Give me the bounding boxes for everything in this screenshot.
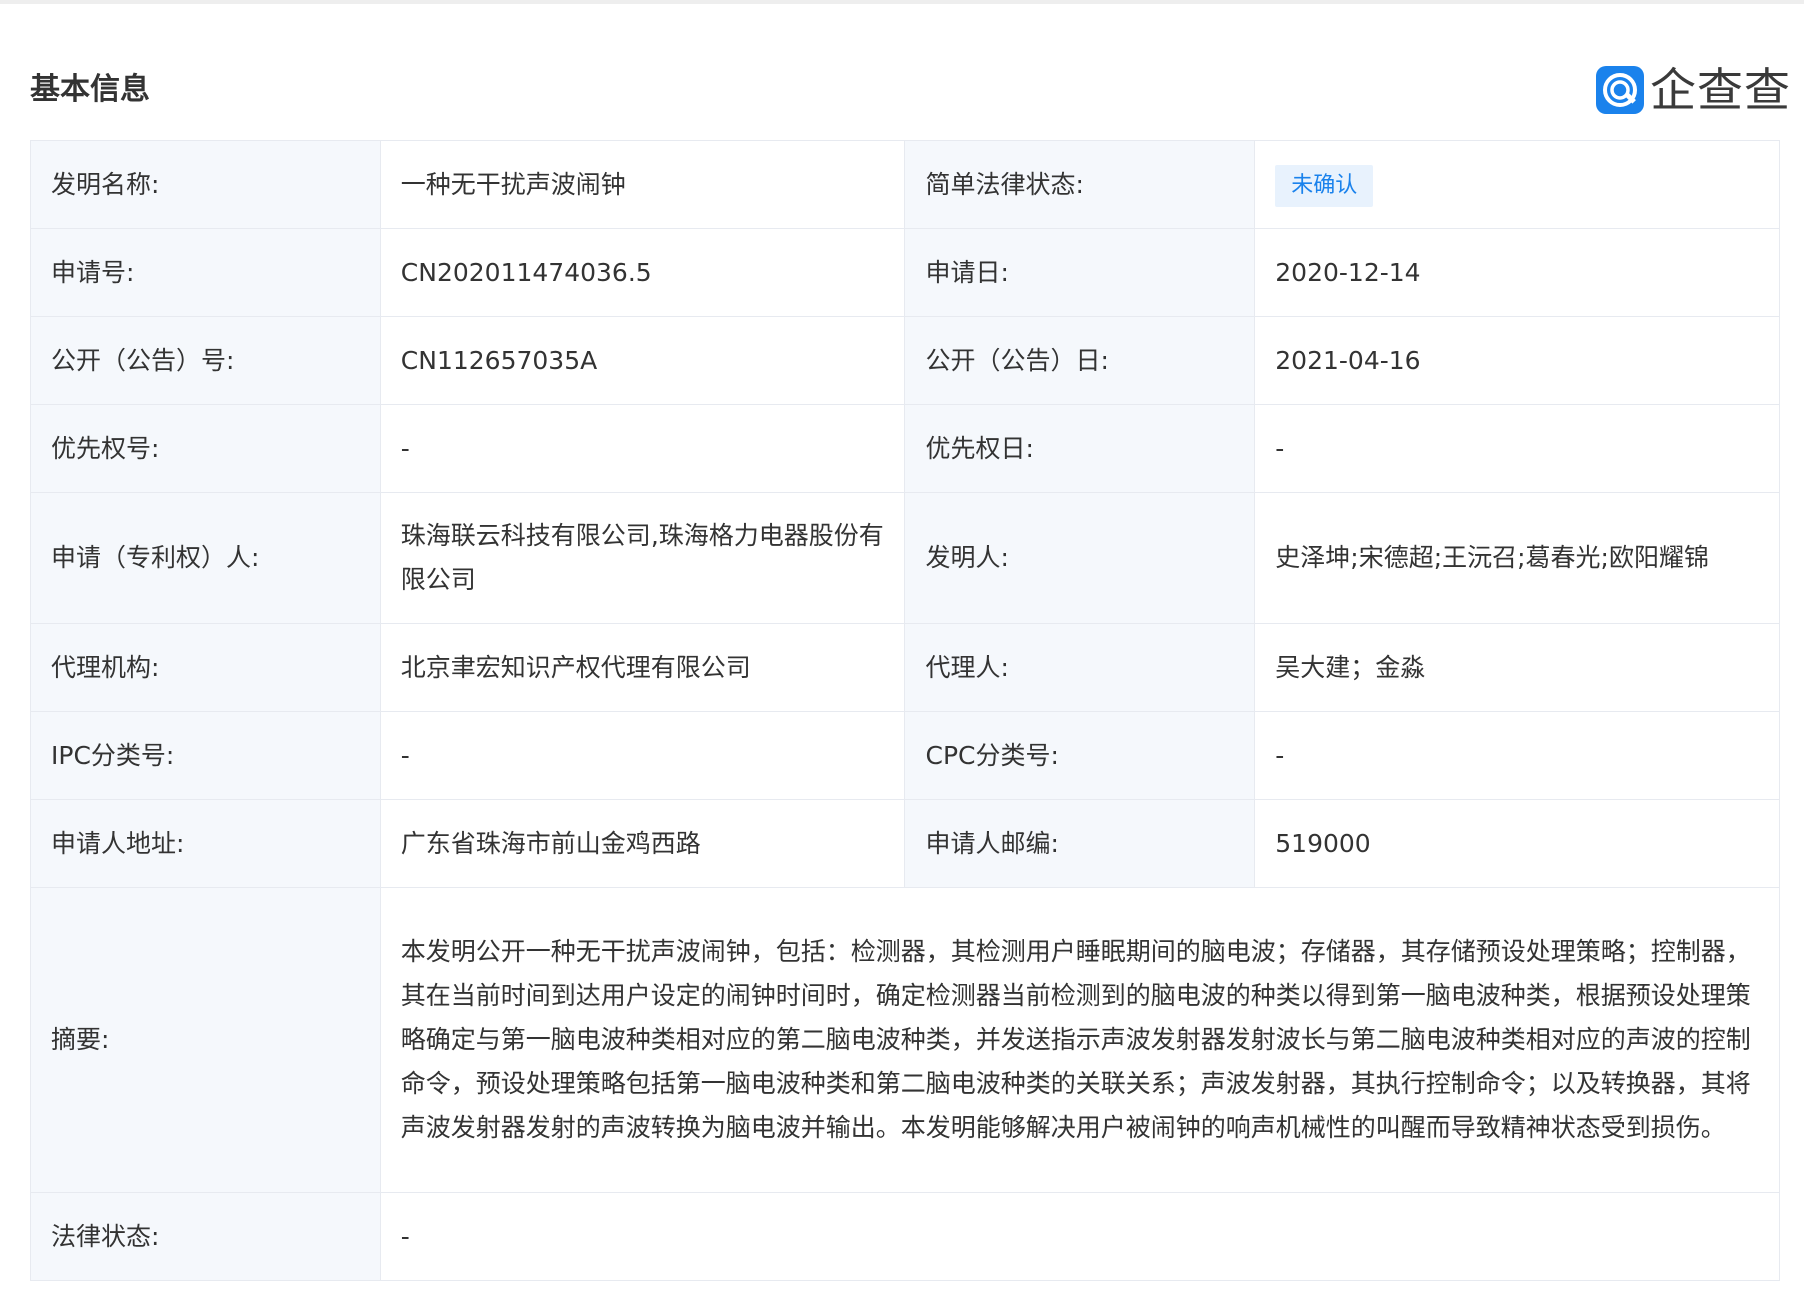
label-simple-legal-status: 简单法律状态: (904, 140, 1256, 229)
label-invention-name: 发明名称: (30, 140, 381, 229)
top-divider (0, 0, 1804, 4)
label-legal-status: 法律状态: (30, 1192, 381, 1281)
agency-link[interactable]: 北京聿宏知识产权代理有限公司 (401, 653, 751, 682)
value-publication-number: CN112657035A (379, 316, 906, 405)
label-priority-date: 优先权日: (904, 404, 1256, 493)
label-cpc: CPC分类号: (904, 711, 1256, 800)
row-invention-name: 发明名称: 一种无干扰声波闹钟 简单法律状态: 未确认 (30, 140, 1780, 229)
brand-logo: 企查查 (1596, 64, 1791, 116)
label-inventor: 发明人: (904, 492, 1256, 624)
value-abstract: 本发明公开一种无干扰声波闹钟，包括：检测器，其检测用户睡眠期间的脑电波；存储器，… (379, 887, 1781, 1193)
value-inventor: 史泽坤;宋德超;王沅召;葛春光;欧阳耀锦 (1254, 492, 1780, 624)
qcc-logo-icon (1596, 66, 1644, 114)
label-applicant: 申请（专利权）人: (30, 492, 381, 624)
value-applicant-zipcode: 519000 (1254, 799, 1780, 888)
label-priority-number: 优先权号: (30, 404, 381, 493)
value-priority-number: - (379, 404, 906, 493)
value-legal-status: - (379, 1192, 1781, 1281)
value-cpc: - (1254, 711, 1780, 800)
section-title: 基本信息 (30, 72, 150, 107)
row-abstract: 摘要: 本发明公开一种无干扰声波闹钟，包括：检测器，其检测用户睡眠期间的脑电波；… (30, 887, 1781, 1193)
value-simple-legal-status-cell: 未确认 (1254, 140, 1780, 229)
row-applicant: 申请（专利权）人: 珠海联云科技有限公司,珠海格力电器股份有限公司 发明人: 史… (30, 492, 1780, 624)
value-priority-date: - (1254, 404, 1780, 493)
label-publication-date: 公开（公告）日: (904, 316, 1256, 405)
status-badge: 未确认 (1275, 165, 1374, 207)
row-application-number: 申请号: CN202011474036.5 申请日: 2020-12-14 (30, 228, 1780, 317)
label-application-date: 申请日: (904, 228, 1256, 317)
basic-info-table: 发明名称: 一种无干扰声波闹钟 简单法律状态: 未确认 申请号: CN20201… (30, 140, 1781, 1281)
label-agency: 代理机构: (30, 623, 381, 712)
label-application-number: 申请号: (30, 228, 381, 317)
brand-name: 企查查 (1650, 63, 1791, 117)
row-agency: 代理机构: 北京聿宏知识产权代理有限公司 代理人: 吴大建；金淼 (30, 623, 1780, 712)
applicant-separator: , (650, 521, 659, 550)
value-agent: 吴大建；金淼 (1254, 623, 1780, 712)
row-classification: IPC分类号: - CPC分类号: - (30, 711, 1780, 800)
value-applicant: 珠海联云科技有限公司,珠海格力电器股份有限公司 (379, 492, 906, 624)
label-applicant-address: 申请人地址: (30, 799, 381, 888)
label-applicant-zipcode: 申请人邮编: (904, 799, 1256, 888)
value-invention-name: 一种无干扰声波闹钟 (379, 140, 906, 229)
value-application-date: 2020-12-14 (1254, 228, 1780, 317)
row-priority: 优先权号: - 优先权日: - (30, 404, 1780, 493)
value-agency-cell: 北京聿宏知识产权代理有限公司 (379, 623, 906, 712)
label-agent: 代理人: (904, 623, 1256, 712)
applicant-link-lianyun[interactable]: 珠海联云科技有限公司 (401, 521, 651, 550)
row-legal-status: 法律状态: - (30, 1192, 1781, 1281)
row-address: 申请人地址: 广东省珠海市前山金鸡西路 申请人邮编: 519000 (30, 799, 1780, 888)
label-abstract: 摘要: (30, 887, 381, 1193)
value-ipc: - (379, 711, 906, 800)
value-application-number: CN202011474036.5 (379, 228, 906, 317)
label-ipc: IPC分类号: (30, 711, 381, 800)
value-publication-date: 2021-04-16 (1254, 316, 1780, 405)
value-applicant-address: 广东省珠海市前山金鸡西路 (379, 799, 906, 888)
row-publication-number: 公开（公告）号: CN112657035A 公开（公告）日: 2021-04-1… (30, 316, 1780, 405)
label-publication-number: 公开（公告）号: (30, 316, 381, 405)
